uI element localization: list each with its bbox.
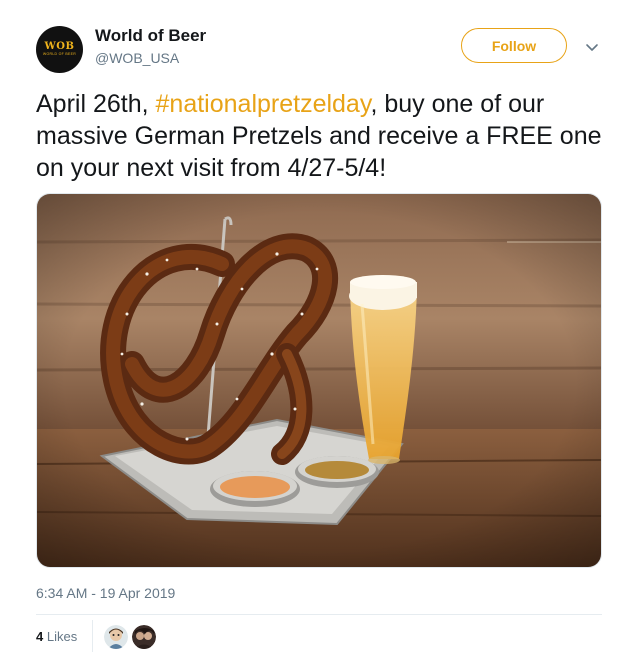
hashtag-link[interactable]: #nationalpretzelday (156, 90, 371, 118)
tweet-text: April 26th, #nationalpretzelday, buy one… (36, 88, 611, 184)
tweet-photo[interactable] (36, 193, 602, 568)
account-handle[interactable]: @WOB_USA (95, 50, 179, 66)
tweet-card: WOB WORLD OF BEER World of Beer @WOB_USA… (0, 0, 636, 659)
likes-count[interactable]: 4 Likes (36, 629, 77, 644)
chevron-down-icon[interactable] (583, 38, 601, 56)
logo-text: WOB (44, 41, 75, 52)
display-name[interactable]: World of Beer (95, 26, 206, 46)
liker-avatar[interactable] (132, 625, 156, 649)
likes-separator (92, 620, 93, 652)
logo-subtext: WORLD OF BEER (42, 52, 77, 56)
divider (36, 614, 602, 615)
pretzel-beer-photo (37, 194, 601, 567)
follow-button[interactable]: Follow (461, 28, 567, 63)
likes-number: 4 (36, 629, 44, 644)
liker-avatar[interactable] (104, 625, 128, 649)
likes-label: Likes (46, 629, 78, 644)
tweet-timestamp[interactable]: 6:34 AM - 19 Apr 2019 (36, 585, 175, 601)
tweet-text-before: April 26th, (36, 90, 156, 118)
account-avatar[interactable]: WOB WORLD OF BEER (36, 26, 83, 73)
